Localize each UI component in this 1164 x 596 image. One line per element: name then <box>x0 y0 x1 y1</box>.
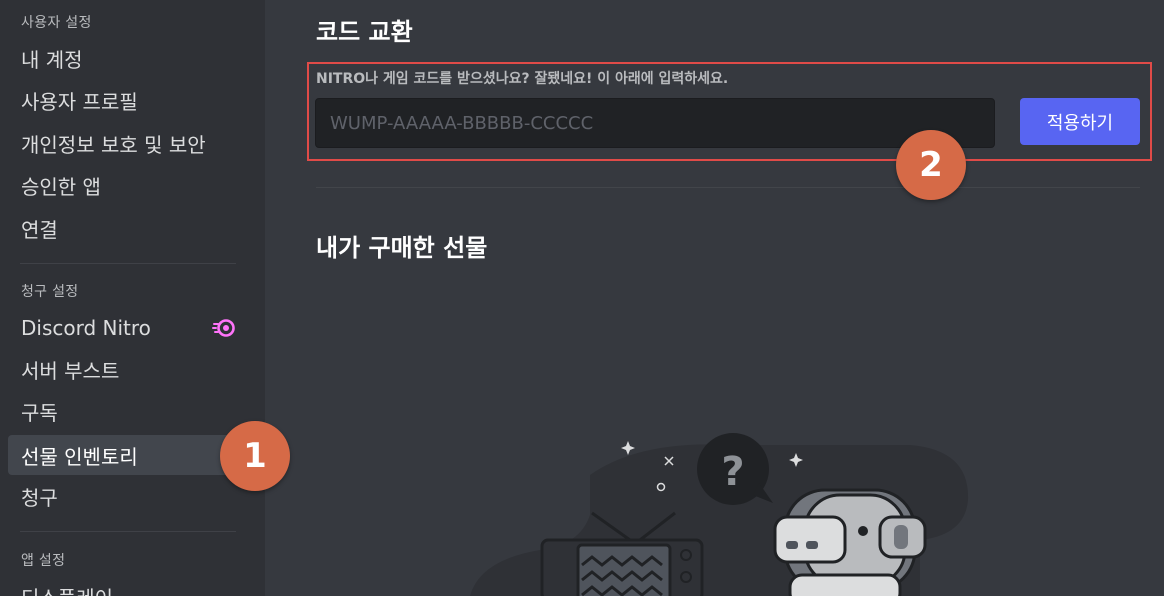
sidebar-item-privacy-safety[interactable]: 개인정보 보호 및 보안 <box>8 123 236 163</box>
sidebar-item-label: 연결 <box>21 217 58 242</box>
sidebar-item-server-boost[interactable]: 서버 부스트 <box>8 349 236 389</box>
sidebar-item-label: 서버 부스트 <box>21 358 120 383</box>
sidebar-item-billing[interactable]: 청구 <box>8 476 236 516</box>
user-settings-header: 사용자 설정 <box>21 15 92 31</box>
sidebar-item-user-profile[interactable]: 사용자 프로필 <box>8 80 236 120</box>
nitro-icon <box>212 318 236 338</box>
purchased-gifts-title: 내가 구매한 선물 <box>316 234 488 262</box>
sidebar-item-subscriptions[interactable]: 구독 <box>8 391 236 431</box>
app-settings-header: 앱 설정 <box>21 553 66 569</box>
billing-settings-header: 청구 설정 <box>21 284 79 300</box>
sidebar-item-authorized-apps[interactable]: 승인한 앱 <box>8 165 236 205</box>
sidebar-item-label: 디스플레이 <box>21 582 113 596</box>
sidebar-item-label: 사용자 프로필 <box>21 89 138 114</box>
sidebar-item-label: Discord Nitro <box>21 316 151 340</box>
sidebar-divider <box>20 531 236 532</box>
sidebar-item-label: 선물 인벤토리 <box>21 444 138 469</box>
sidebar-item-gift-inventory[interactable]: 선물 인벤토리 <box>8 435 236 475</box>
step-badge-2: 2 <box>896 130 966 200</box>
sidebar-item-display[interactable]: 디스플레이 <box>8 576 236 596</box>
sidebar-divider <box>20 263 236 264</box>
gift-code-input[interactable] <box>315 98 995 148</box>
sidebar-item-connections[interactable]: 연결 <box>8 208 236 248</box>
apply-button[interactable]: 적용하기 <box>1020 98 1140 145</box>
sidebar-item-label: 청구 <box>21 485 58 510</box>
step-badge-1: 1 <box>220 421 290 491</box>
sidebar-item-my-account[interactable]: 내 계정 <box>8 38 236 78</box>
sidebar-item-label: 승인한 앱 <box>21 174 101 199</box>
redeem-code-label: NITRO나 게임 코드를 받으셨나요? 잘됐네요! 이 아래에 입력하세요. <box>316 71 729 87</box>
sidebar-item-label: 구독 <box>21 400 58 425</box>
settings-sidebar: 사용자 설정 내 계정 사용자 프로필 개인정보 보호 및 보안 승인한 앱 연… <box>0 0 265 596</box>
sidebar-item-label: 개인정보 보호 및 보안 <box>21 132 206 157</box>
svg-text:?: ? <box>721 449 744 495</box>
sidebar-item-label: 내 계정 <box>21 47 83 72</box>
empty-state-illustration: ? <box>470 425 990 596</box>
section-divider <box>316 187 1140 188</box>
sidebar-item-discord-nitro[interactable]: Discord Nitro <box>8 308 236 348</box>
redeem-code-title: 코드 교환 <box>316 18 413 46</box>
